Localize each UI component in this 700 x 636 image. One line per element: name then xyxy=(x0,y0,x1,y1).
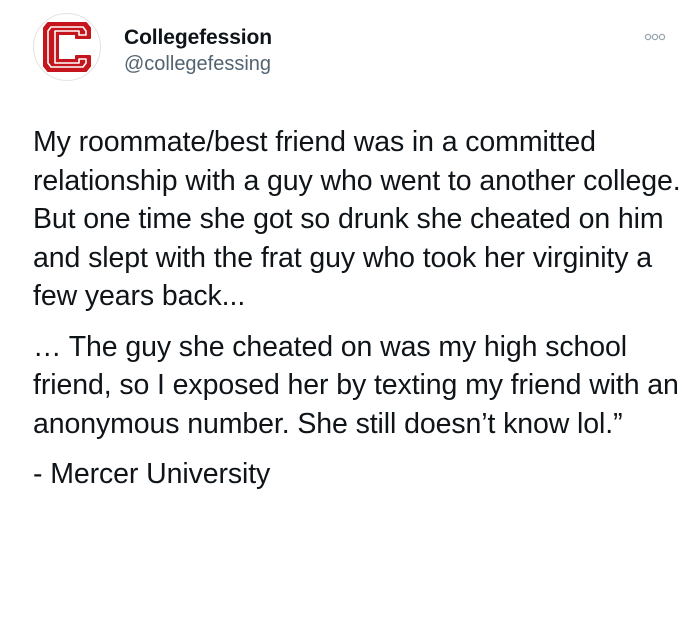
author-block: Collegefession @collegefessing xyxy=(124,25,272,77)
collegefession-logo-icon xyxy=(43,22,91,72)
tweet-header: Collegefession @collegefessing xyxy=(33,13,673,93)
tweet-text: My roommate/best friend was in a committ… xyxy=(33,123,683,494)
more-options-button[interactable] xyxy=(638,27,672,47)
display-name[interactable]: Collegefession xyxy=(124,25,272,51)
more-options-icon xyxy=(644,33,666,41)
handle[interactable]: @collegefessing xyxy=(124,51,272,77)
tweet-paragraph-2: … The guy she cheated on was my high sch… xyxy=(33,330,679,440)
tweet-signoff: - Mercer University xyxy=(33,458,271,490)
tweet-card: Collegefession @collegefessing My roomma… xyxy=(0,0,700,636)
tweet-paragraph-1: My roommate/best friend was in a committ… xyxy=(33,126,681,312)
avatar[interactable] xyxy=(33,13,101,81)
